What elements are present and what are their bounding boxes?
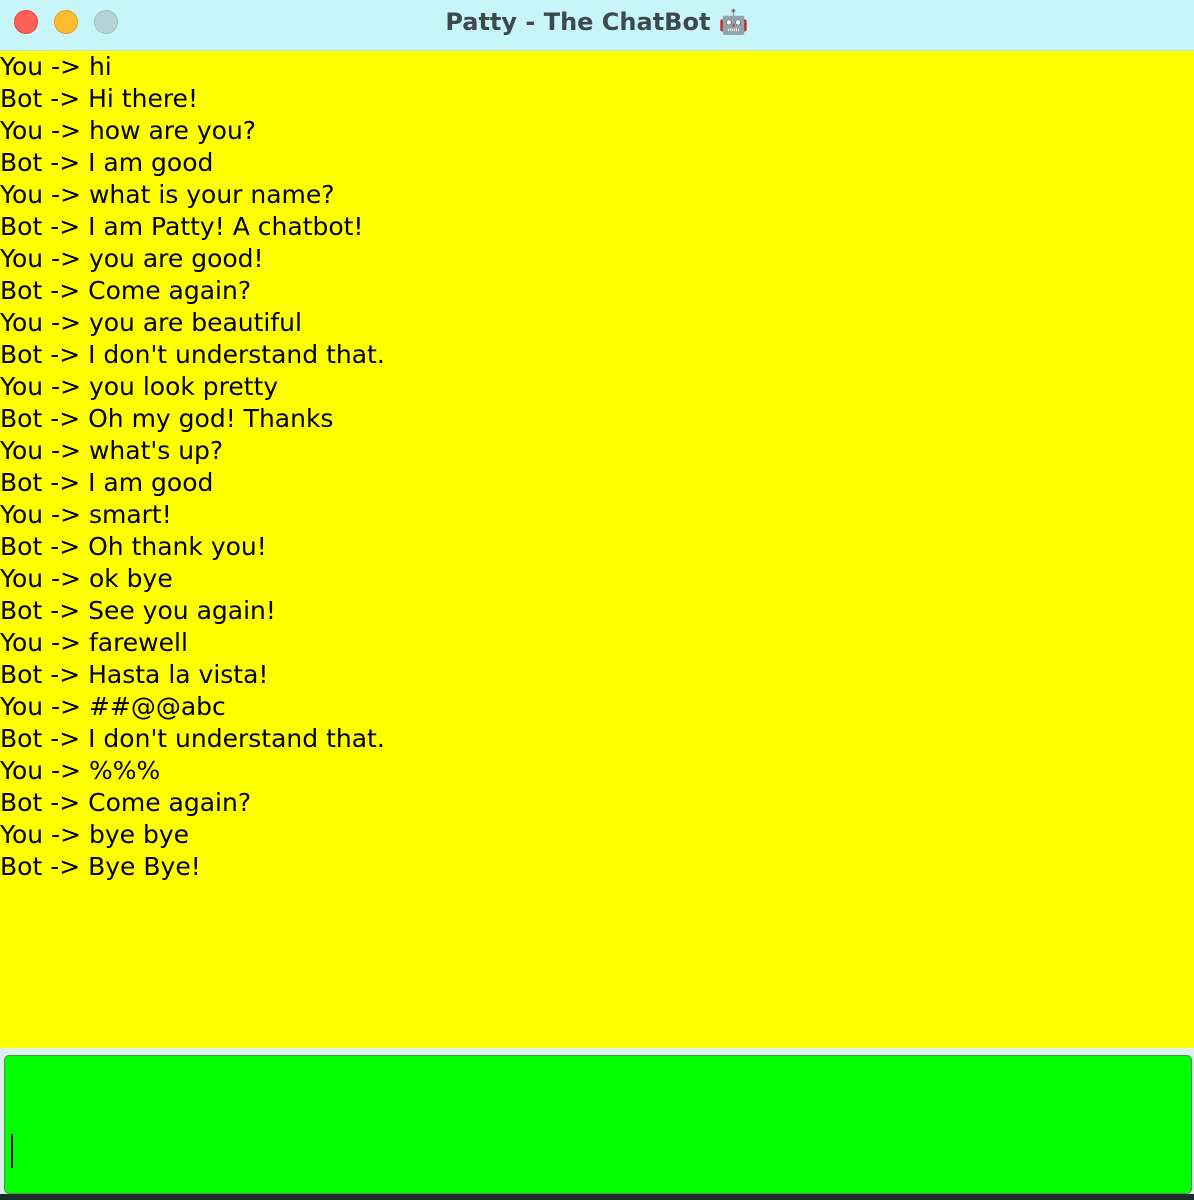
chat-message: You -> %%%: [0, 756, 161, 785]
chat-message: Bot -> Hasta la vista!: [0, 660, 269, 689]
chat-message: You -> you are beautiful: [0, 308, 302, 337]
text-caret: [11, 1134, 13, 1168]
chat-message: You -> ok bye: [0, 564, 173, 593]
chat-message: You -> what's up?: [0, 436, 224, 465]
chat-message: You -> bye bye: [0, 820, 189, 849]
chat-message: You -> you look pretty: [0, 372, 279, 401]
chat-message: You -> smart!: [0, 500, 172, 529]
chatbot-window: Patty - The ChatBot 🤖 You -> hi Bot -> H…: [0, 0, 1194, 1200]
chat-message: Bot -> Come again?: [0, 276, 252, 305]
chat-message: You -> hi: [0, 52, 112, 81]
chat-message: Bot -> Oh thank you!: [0, 532, 267, 561]
chat-message: You -> how are you?: [0, 116, 257, 145]
chat-message: Bot -> Come again?: [0, 788, 252, 817]
window-bottom-edge: [0, 1194, 1194, 1200]
chat-message: You -> farewell: [0, 628, 188, 657]
window-title: Patty - The ChatBot 🤖: [445, 8, 749, 36]
chat-transcript-area[interactable]: You -> hi Bot -> Hi there! You -> how ar…: [0, 51, 1194, 1048]
chat-message: Bot -> I am good: [0, 148, 214, 177]
chat-message: Bot -> Oh my god! Thanks: [0, 404, 334, 433]
chat-message: Bot -> I don't understand that.: [0, 724, 385, 753]
title-bar[interactable]: Patty - The ChatBot 🤖: [0, 0, 1194, 51]
chat-message: Bot -> I don't understand that.: [0, 340, 385, 369]
chat-message: Bot -> See you again!: [0, 596, 276, 625]
chat-message: Bot -> I am good: [0, 468, 214, 497]
chat-message: You -> ##@@abc: [0, 692, 226, 721]
input-panel: [0, 1048, 1194, 1200]
chat-message: You -> what is your name?: [0, 180, 335, 209]
chat-message: You -> you are good!: [0, 244, 264, 273]
chat-message: Bot -> I am Patty! A chatbot!: [0, 212, 364, 241]
chat-transcript: You -> hi Bot -> Hi there! You -> how ar…: [0, 51, 385, 883]
chat-message: Bot -> Bye Bye!: [0, 852, 201, 881]
message-input[interactable]: [4, 1055, 1192, 1194]
chat-message: Bot -> Hi there!: [0, 84, 198, 113]
